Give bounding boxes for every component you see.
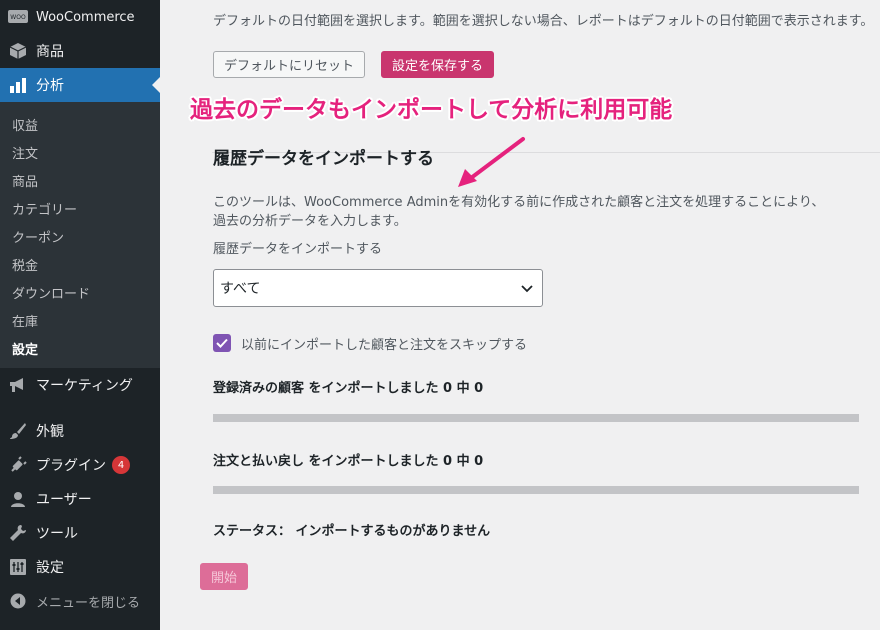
menu-marketing[interactable]: マーケティング bbox=[0, 368, 160, 402]
import-select-label: 履歴データをインポートする bbox=[213, 242, 383, 257]
menu-woocommerce[interactable]: WOO WooCommerce bbox=[0, 0, 160, 34]
save-settings-button[interactable]: 設定を保存する bbox=[381, 51, 494, 78]
plugins-update-badge: 4 bbox=[112, 456, 130, 474]
chevron-down-icon bbox=[521, 285, 533, 293]
submenu-stock[interactable]: 在庫 bbox=[12, 311, 38, 330]
orders-import-label: 注文と払い戻し をインポートしました 0 中 0 bbox=[213, 454, 484, 469]
skip-imported-checkbox[interactable] bbox=[213, 334, 231, 352]
submenu-taxes[interactable]: 税金 bbox=[12, 255, 38, 274]
tool-description-line1: このツールは、WooCommerce Adminを有効化する前に作成された顧客と… bbox=[213, 195, 825, 210]
menu-users-label: ユーザー bbox=[36, 492, 92, 508]
collapse-menu-button[interactable]: メニューを閉じる bbox=[0, 584, 160, 618]
megaphone-icon bbox=[0, 377, 36, 393]
date-range-description: デフォルトの日付範囲を選択します。範囲を選択しない場合、レポートはデフォルトの日… bbox=[213, 14, 874, 29]
menu-analytics-label: 分析 bbox=[36, 78, 64, 94]
submenu-settings[interactable]: 設定 bbox=[12, 339, 38, 358]
import-status: ステータス： インポートするものがありません bbox=[213, 524, 491, 539]
submenu-coupons[interactable]: クーポン bbox=[12, 227, 64, 246]
menu-appearance-label: 外観 bbox=[36, 424, 64, 440]
checkmark-icon bbox=[216, 338, 228, 348]
skip-imported-label[interactable]: 以前にインポートした顧客と注文をスキップする bbox=[241, 334, 527, 353]
bar-chart-icon bbox=[0, 77, 36, 93]
annotation-arrow-icon bbox=[458, 137, 525, 187]
tool-description-line2: 過去の分析データを入力します。 bbox=[213, 214, 407, 229]
menu-appearance[interactable]: 外観 bbox=[0, 414, 160, 448]
menu-marketing-label: マーケティング bbox=[36, 378, 133, 394]
wrench-icon bbox=[0, 524, 36, 542]
menu-tools-label: ツール bbox=[36, 526, 78, 542]
admin-sidebar: WOO WooCommerce 商品 分析 収益 注文 商品 カテゴリー クーポ… bbox=[0, 0, 160, 630]
woocommerce-icon: WOO bbox=[0, 9, 36, 25]
paintbrush-icon bbox=[0, 422, 36, 440]
annotation-callout: 過去のデータもインポートして分析に利用可能 bbox=[190, 97, 673, 123]
menu-tools[interactable]: ツール bbox=[0, 516, 160, 550]
analytics-submenu: 収益 注文 商品 カテゴリー クーポン 税金 ダウンロード 在庫 設定 bbox=[0, 102, 160, 368]
menu-settings[interactable]: 設定 bbox=[0, 550, 160, 584]
submenu-categories[interactable]: カテゴリー bbox=[12, 199, 77, 218]
user-icon bbox=[0, 491, 36, 507]
box-icon bbox=[0, 42, 36, 60]
start-import-button[interactable]: 開始 bbox=[200, 563, 248, 590]
menu-woocommerce-label: WooCommerce bbox=[36, 9, 135, 25]
submenu-revenue[interactable]: 収益 bbox=[12, 115, 38, 134]
menu-plugins-label: プラグイン bbox=[36, 458, 106, 474]
collapse-arrow-icon bbox=[0, 593, 36, 609]
menu-products[interactable]: 商品 bbox=[0, 34, 160, 68]
menu-settings-label: 設定 bbox=[36, 560, 64, 576]
menu-products-label: 商品 bbox=[36, 44, 64, 60]
reset-defaults-button[interactable]: デフォルトにリセット bbox=[213, 51, 365, 78]
import-section-title: 履歴データをインポートする bbox=[213, 149, 434, 169]
menu-users[interactable]: ユーザー bbox=[0, 482, 160, 516]
svg-text:WOO: WOO bbox=[10, 14, 26, 21]
submenu-products[interactable]: 商品 bbox=[12, 171, 38, 190]
orders-progress-bar bbox=[213, 486, 859, 494]
collapse-menu-label: メニューを閉じる bbox=[36, 595, 141, 611]
plug-icon bbox=[0, 456, 36, 474]
settings-sliders-icon bbox=[0, 559, 36, 575]
menu-plugins[interactable]: プラグイン 4 bbox=[0, 448, 160, 482]
import-period-value: すべて bbox=[220, 281, 261, 297]
submenu-orders[interactable]: 注文 bbox=[12, 143, 38, 162]
customers-progress-bar bbox=[213, 414, 859, 422]
submenu-downloads[interactable]: ダウンロード bbox=[12, 283, 90, 302]
customers-import-label: 登録済みの顧客 をインポートしました 0 中 0 bbox=[213, 381, 484, 396]
import-period-select[interactable]: すべて bbox=[213, 269, 543, 307]
menu-analytics[interactable]: 分析 bbox=[0, 68, 160, 102]
